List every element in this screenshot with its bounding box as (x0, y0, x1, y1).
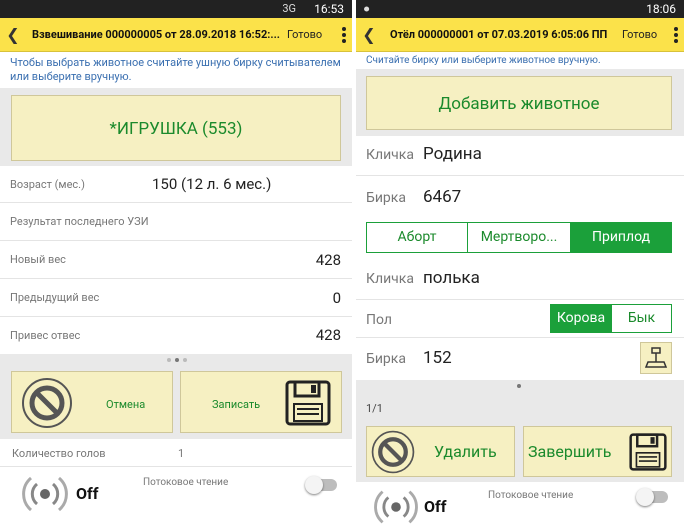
status-bar: ⚫ 18:06 (356, 0, 684, 18)
mother-name-value: Родина (423, 144, 482, 164)
stream-reading-toggle[interactable] (636, 488, 668, 506)
field-label: Возраст (мес.) (10, 178, 85, 191)
field-label: Кличка (366, 271, 414, 287)
more-vert-icon[interactable] (340, 25, 348, 47)
scale-button[interactable] (640, 342, 672, 374)
field-value: 0 (332, 289, 341, 307)
done-button[interactable]: Готово (287, 28, 322, 41)
calf-tag-row: Бирка 152 (356, 338, 684, 382)
pager-count: 1/1 (366, 402, 383, 415)
shield-icon: ⚫ (362, 3, 372, 16)
field-label: Бирка (366, 351, 406, 367)
delete-label: Удалить (434, 442, 497, 461)
field-prev-weight: Предыдущий вес 0 (0, 279, 352, 317)
mother-tag-value: 6467 (423, 187, 462, 207)
cancel-label: Отмена (106, 398, 146, 411)
hint-text: Считайте бирку или выберите животное вру… (366, 55, 601, 66)
left-screen: 3G 16:53 ❮ Взвешивание 000000005 от 28.0… (0, 0, 352, 531)
status-bar: 3G 16:53 (0, 0, 352, 18)
stream-reading-label: Потоковое чтение (143, 477, 229, 488)
rfid-reader-icon[interactable] (22, 471, 68, 517)
page-indicator-dot (175, 358, 179, 362)
page-indicator-dot (167, 358, 171, 362)
reader-status-off: Off (76, 484, 99, 503)
outcome-stillborn-segment[interactable]: Мертворо... (467, 222, 571, 253)
page-indicator-dot (183, 358, 187, 362)
chevron-left-icon[interactable]: ❮ (4, 25, 22, 44)
floppy-disk-icon (629, 433, 667, 471)
field-gain: Привес отвес 428 (0, 317, 352, 354)
field-age: Возраст (мес.) 150 (12 л. 6 мес.) (0, 166, 352, 203)
reader-status-off: Off (424, 497, 447, 516)
field-value: 150 (12 л. 6 мес.) (152, 175, 272, 193)
status-time: 16:53 (314, 2, 344, 16)
animal-select-button[interactable]: *ИГРУШКА (553) (11, 95, 341, 161)
cancel-icon (22, 378, 72, 428)
field-new-weight: Новый вес 428 (0, 241, 352, 279)
field-label: Пол (366, 312, 392, 328)
cancel-button[interactable]: Отмена (11, 371, 173, 433)
finish-button[interactable]: Завершить (523, 426, 672, 477)
more-vert-icon[interactable] (672, 25, 680, 47)
stream-reading-label: Потоковое чтение (488, 490, 574, 501)
field-ultrasound: Результат последнего УЗИ (0, 203, 352, 241)
cancel-icon (371, 430, 415, 474)
delete-button[interactable]: Удалить (366, 426, 515, 477)
network-indicator: 3G (282, 2, 296, 15)
mother-tag-row: Бирка 6467 (356, 176, 684, 218)
field-value: 428 (315, 251, 341, 269)
finish-label: Завершить (528, 442, 612, 461)
save-button[interactable]: Записать (180, 371, 342, 433)
sex-bull-segment[interactable]: Бык (611, 304, 672, 333)
save-label: Записать (212, 398, 261, 411)
scale-icon (644, 347, 668, 368)
calf-tag-value: 152 (423, 348, 452, 368)
page-title: Отёл 000000001 от 07.03.2019 6:05:06 ПП (390, 28, 608, 41)
heads-row: Количество голов 1 (0, 439, 352, 467)
app-bar: ❮ Отёл 000000001 от 07.03.2019 6:05:06 П… (356, 18, 684, 52)
field-value: 428 (315, 326, 341, 344)
outcome-offspring-segment[interactable]: Приплод (570, 222, 672, 253)
page-title: Взвешивание 000000005 от 28.09.2018 16:5… (32, 28, 280, 41)
calf-name-value: полька (423, 268, 480, 288)
floppy-disk-icon (285, 380, 331, 426)
right-screen: ⚫ 18:06 ❮ Отёл 000000001 от 07.03.2019 6… (356, 0, 684, 531)
outcome-abort-segment[interactable]: Аборт (366, 222, 468, 253)
stream-reading-toggle[interactable] (305, 476, 337, 494)
page-indicator-dot (517, 384, 521, 388)
status-time: 18:06 (646, 2, 676, 16)
heads-label: Количество голов (12, 447, 106, 460)
calf-name-row: Кличка полька (356, 258, 684, 300)
add-animal-button[interactable]: Добавить животное (366, 76, 672, 130)
heads-value: 1 (178, 447, 185, 460)
field-label: Привес отвес (10, 329, 81, 342)
hint-text: Чтобы выбрать животное считайте ушную би… (10, 56, 341, 83)
sex-cow-segment[interactable]: Корова (550, 304, 612, 333)
app-bar: ❮ Взвешивание 000000005 от 28.09.2018 16… (0, 18, 352, 52)
field-label: Бирка (366, 190, 406, 206)
field-label: Предыдущий вес (10, 291, 100, 304)
chevron-left-icon[interactable]: ❮ (360, 25, 378, 44)
rfid-reader-icon[interactable] (374, 485, 418, 529)
mother-name-row: Кличка Родина (356, 136, 684, 176)
field-label: Новый вес (10, 253, 66, 266)
field-label: Кличка (366, 147, 414, 163)
field-label: Результат последнего УЗИ (10, 215, 149, 228)
done-button[interactable]: Готово (622, 28, 657, 41)
